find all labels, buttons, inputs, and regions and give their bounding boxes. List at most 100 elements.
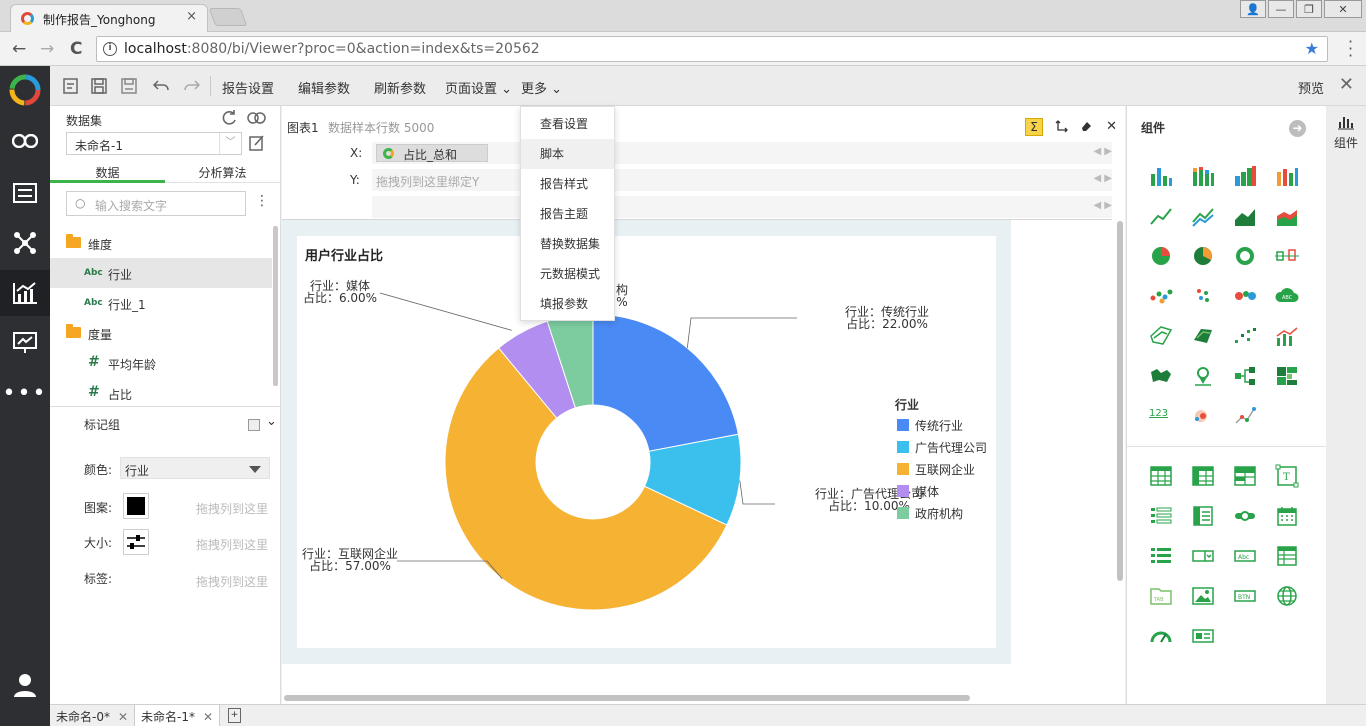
filter-list-icon[interactable] [1149,544,1173,568]
tree-field-industry-1[interactable]: Abc 行业_1 [50,288,272,318]
dataset-select[interactable]: 未命名-1 ﹀ [66,132,242,155]
stacked-area-icon[interactable] [1275,204,1299,228]
user-icon[interactable] [0,662,50,708]
tree-field-avg-age[interactable]: # 平均年龄 [50,348,272,378]
window-close-button[interactable]: ✕ [1324,0,1362,18]
map-pin-icon[interactable] [1191,364,1215,388]
tree-folder-measure[interactable]: 度量 [50,318,272,348]
multi-line-icon[interactable] [1191,204,1215,228]
page-settings-menu[interactable]: 页面设置 ⌄ [445,78,512,97]
add-report-icon[interactable]: + [228,708,241,723]
scroll-arrows-icon[interactable]: ◀ ▶ [1093,200,1112,211]
report-settings-button[interactable]: 报告设置 [222,78,274,97]
point-line-icon[interactable] [1233,404,1257,428]
components-rail-label[interactable]: 组件 [1334,134,1358,151]
crosstab-icon[interactable] [1191,464,1215,488]
calendar-icon[interactable] [1275,504,1299,528]
chevron-down-icon[interactable]: ⌄ [266,414,277,429]
grouped-bar-icon[interactable] [1233,164,1257,188]
step-point-icon[interactable] [1233,324,1257,348]
menu-item-report-style[interactable]: 报告样式 [521,169,614,199]
refresh-icon[interactable] [220,109,238,127]
world-map-icon[interactable] [1149,364,1173,388]
image-icon[interactable] [1191,584,1215,608]
filled-radar-icon[interactable] [1191,324,1215,348]
tab-close-icon[interactable]: ✕ [118,710,128,724]
minimize-button[interactable]: — [1268,0,1294,18]
presentation-icon[interactable] [0,320,50,366]
report-chart-icon[interactable] [0,270,50,316]
edit-params-button[interactable]: 编辑参数 [298,78,350,97]
tree-list-icon[interactable] [1191,504,1215,528]
number-icon[interactable]: 123 [1149,404,1173,428]
pie-slice-0[interactable] [592,313,739,452]
forward-arrow-icon[interactable]: → [40,39,54,59]
gauge-icon[interactable] [1149,624,1173,648]
eraser-icon[interactable] [1079,119,1093,133]
marks-type-icon[interactable] [248,419,260,431]
tree-folder-dimension[interactable]: 维度 [50,228,272,258]
combo-box-icon[interactable] [1191,544,1215,568]
edit-dataset-icon[interactable] [248,134,266,152]
scroll-arrows-icon[interactable]: ◀ ▶ [1093,173,1112,184]
table-icon[interactable] [1149,464,1173,488]
more-menu[interactable]: 更多 ⌄ [521,78,562,97]
bar-chart-icon[interactable] [1338,114,1354,130]
radar-icon[interactable] [1149,324,1173,348]
user-profile-button[interactable]: 👤 [1240,0,1266,18]
multi-bar-icon[interactable] [1275,164,1299,188]
tab-close-icon[interactable]: × [186,9,197,24]
size-picker[interactable] [123,529,149,555]
aggregate-sigma-icon[interactable]: Σ [1025,118,1043,136]
tree-field-industry[interactable]: Abc 行业 [50,258,272,288]
link-icon[interactable] [0,118,50,164]
bookmark-star-icon[interactable]: ★ [1305,39,1319,58]
editor-vertical-scrollbar[interactable] [1117,221,1123,581]
freestyle-table-icon[interactable] [1233,464,1257,488]
shape-picker[interactable] [123,493,149,519]
list-icon[interactable] [1149,504,1173,528]
word-cloud-icon[interactable]: ABC [1275,284,1299,308]
editor-horizontal-scrollbar[interactable] [284,695,970,701]
close-editor-icon[interactable]: ✕ [1339,74,1354,95]
swap-axis-icon[interactable] [1055,119,1069,133]
size-drop-zone[interactable]: 拖拽列到这里 [196,536,268,553]
extra-drop-zone[interactable] [372,196,1112,218]
new-report-icon[interactable] [62,77,80,95]
y-axis-drop-zone[interactable] [372,169,1112,191]
scatter-icon[interactable] [1149,284,1173,308]
pie-variant-icon[interactable] [1191,244,1215,268]
grid-table-icon[interactable] [1275,544,1299,568]
slider-icon[interactable] [1233,504,1257,528]
preview-button[interactable]: 预览 [1298,78,1324,97]
boxplot-icon[interactable] [1275,244,1299,268]
report-tab-0[interactable]: 未命名-0* ✕ [50,705,134,726]
chart-card[interactable]: 用户行业占比 行业：传统行业 占比：22.00% 行业：广告代理公司 占比：10.00… [297,236,996,648]
undo-icon[interactable] [152,77,170,95]
menu-item-fill-params[interactable]: 填报参数 [521,289,614,319]
network-icon[interactable] [0,220,50,266]
tab-analysis[interactable]: 分析算法 [165,164,280,181]
line-chart-icon[interactable] [1149,204,1173,228]
stacked-bar-icon[interactable] [1191,164,1215,188]
tree-diagram-icon[interactable] [1233,364,1257,388]
back-arrow-icon[interactable]: ← [12,39,26,59]
refresh-params-button[interactable]: 刷新参数 [374,78,426,97]
combo-chart-icon[interactable] [1275,324,1299,348]
dot-plot-icon[interactable] [1191,284,1215,308]
pie-chart-icon[interactable] [1149,244,1173,268]
scroll-arrows-icon[interactable]: ◀ ▶ [1093,146,1112,157]
close-chart-editor-icon[interactable]: ✕ [1106,119,1117,134]
new-tab-button[interactable] [208,8,248,26]
more-icon[interactable]: ••• [0,370,50,416]
bar-chart-icon[interactable] [1149,164,1173,188]
dataset-link-icon[interactable] [247,111,267,125]
heatmap-icon[interactable] [1191,404,1215,428]
field-tree-scrollbar[interactable] [273,226,278,386]
color-field-select[interactable]: 行业 [120,457,270,479]
x-field-pill[interactable]: 占比_总和 [376,144,488,162]
donut-chart-icon[interactable] [1233,244,1257,268]
menu-item-report-theme[interactable]: 报告主题 [521,199,614,229]
text-box-icon[interactable]: T [1275,464,1299,488]
save-as-icon[interactable] [120,77,138,95]
